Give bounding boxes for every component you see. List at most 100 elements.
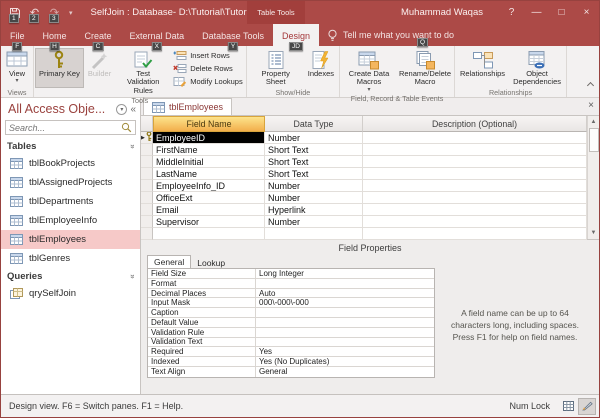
column-header-field-name[interactable]: Field Name [153, 116, 265, 132]
empty-cell[interactable] [153, 228, 265, 240]
property-value[interactable] [256, 328, 434, 337]
field-name-cell[interactable]: OfficeExt [153, 192, 265, 204]
status-message: Design view. F6 = Switch panes. F1 = Hel… [9, 401, 183, 411]
property-value[interactable] [256, 308, 434, 317]
scroll-up-icon[interactable]: ▲ [588, 116, 599, 128]
description-cell[interactable] [363, 204, 587, 216]
row-selector[interactable] [141, 144, 153, 156]
ribbon-tab-home[interactable]: HomeH [34, 24, 76, 46]
data-type-cell[interactable]: Short Text [265, 168, 363, 180]
data-type-cell[interactable]: Number [265, 216, 363, 228]
vertical-scrollbar[interactable]: ▲ ▼ [587, 116, 599, 239]
description-cell[interactable] [363, 216, 587, 228]
ribbon-tab-database-tools[interactable]: Database ToolsY [193, 24, 273, 46]
row-selector[interactable] [141, 216, 153, 228]
column-header-description-optional[interactable]: Description (Optional) [363, 116, 587, 132]
description-cell[interactable] [363, 180, 587, 192]
property-value[interactable]: Yes (No Duplicates) [256, 357, 434, 366]
help-button[interactable]: ? [499, 1, 524, 24]
property-sheet-button[interactable]: Property Sheet [248, 48, 304, 88]
account-name[interactable]: Muhammad Waqas [401, 7, 483, 18]
view-button[interactable]: View▾ [2, 48, 32, 88]
nav-item-qryselfjoin[interactable]: qrySelfJoin [1, 284, 140, 303]
property-value[interactable]: Long Integer [256, 269, 434, 278]
ribbon-tab-create[interactable]: CreateC [76, 24, 121, 46]
row-selector[interactable] [141, 168, 153, 180]
field-name-cell[interactable]: FirstName [153, 144, 265, 156]
row-selector[interactable] [141, 156, 153, 168]
relationships-button[interactable]: Relationships [456, 48, 509, 88]
table-icon [10, 253, 23, 264]
close-document-icon[interactable]: × [588, 100, 594, 111]
minimize-button[interactable]: — [524, 1, 549, 24]
indexes-button[interactable]: Indexes [304, 48, 338, 88]
data-type-cell[interactable]: Short Text [265, 156, 363, 168]
property-value[interactable]: Yes [256, 347, 434, 356]
customize-qat-button[interactable]: ▾ [69, 9, 73, 17]
description-cell[interactable] [363, 168, 587, 180]
property-value[interactable] [256, 279, 434, 288]
property-value[interactable] [256, 318, 434, 327]
data-type-cell[interactable]: Number [265, 180, 363, 192]
redo-button[interactable]: ↷ 3 [47, 5, 62, 20]
row-selector[interactable]: ▶ [141, 132, 153, 144]
ribbon-tab-external-data[interactable]: External DataX [121, 24, 194, 46]
test-validation-rules-button[interactable]: Test Validation Rules [115, 48, 171, 96]
field-name-cell[interactable]: EmployeeID [153, 132, 265, 144]
undo-button[interactable]: ↶ 2 [27, 5, 42, 20]
description-cell[interactable] [363, 144, 587, 156]
collapse-ribbon-button[interactable] [588, 75, 593, 93]
nav-item-label: tblEmployees [29, 234, 86, 245]
primary-key-button[interactable]: Primary Key [35, 48, 84, 88]
field-name-cell[interactable]: Supervisor [153, 216, 265, 228]
data-type-cell[interactable]: Number [265, 132, 363, 144]
create-data-macros-button[interactable]: Create Data Macros▾ [341, 48, 397, 94]
row-selector[interactable] [141, 180, 153, 192]
ribbon-tab-file[interactable]: FileF [1, 24, 34, 46]
design-view-button[interactable] [578, 398, 596, 415]
data-type-cell[interactable]: Hyperlink [265, 204, 363, 216]
nav-group-header-queries[interactable]: Queries« [1, 268, 140, 284]
nav-item-tbldepartments[interactable]: tblDepartments [1, 192, 140, 211]
nav-item-tblbookprojects[interactable]: tblBookProjects [1, 154, 140, 173]
object-dependencies-button[interactable]: Object Dependencies [509, 48, 565, 88]
field-name-cell[interactable]: MiddleInitial [153, 156, 265, 168]
nav-group-header-tables[interactable]: Tables« [1, 138, 140, 154]
property-value[interactable]: 000\-000\-000 [256, 298, 434, 307]
scrollbar-thumb[interactable] [589, 128, 599, 152]
field-name-cell[interactable]: EmployeeInfo_ID [153, 180, 265, 192]
search-input[interactable] [9, 123, 121, 133]
description-cell[interactable] [363, 192, 587, 204]
property-value[interactable] [256, 338, 434, 347]
properties-tab-lookup[interactable]: Lookup [191, 257, 231, 268]
properties-tab-general[interactable]: General [147, 255, 191, 268]
row-selector[interactable] [141, 204, 153, 216]
property-value[interactable]: General [256, 367, 434, 377]
nav-item-tblemployees[interactable]: tblEmployees [1, 230, 140, 249]
nav-item-tblassignedprojects[interactable]: tblAssignedProjects [1, 173, 140, 192]
empty-cell[interactable] [363, 228, 587, 240]
column-header-data-type[interactable]: Data Type [265, 116, 363, 132]
close-button[interactable]: × [574, 1, 599, 24]
property-value[interactable]: Auto [256, 289, 434, 298]
tell-me-box[interactable]: Tell me what you want to do Q [319, 24, 462, 46]
description-cell[interactable] [363, 132, 587, 144]
empty-cell[interactable] [265, 228, 363, 240]
maximize-button[interactable]: □ [549, 1, 574, 24]
field-name-cell[interactable]: LastName [153, 168, 265, 180]
field-name-cell[interactable]: Email [153, 204, 265, 216]
rename-delete-macro-button[interactable]: Rename/Delete Macro [397, 48, 453, 88]
datasheet-view-button[interactable] [559, 398, 577, 415]
modify-lookups-button[interactable]: Modify Lookups [173, 75, 243, 87]
data-type-cell[interactable]: Short Text [265, 144, 363, 156]
nav-item-tblgenres[interactable]: tblGenres [1, 249, 140, 268]
save-button[interactable]: 1 [7, 5, 22, 20]
nav-item-tblemployeeinfo[interactable]: tblEmployeeInfo [1, 211, 140, 230]
row-selector[interactable] [141, 192, 153, 204]
description-cell[interactable] [363, 156, 587, 168]
ribbon-tab-design[interactable]: DesignJD [273, 24, 319, 46]
delete-rows-button[interactable]: Delete Rows [173, 62, 243, 74]
row-selector[interactable] [141, 228, 153, 240]
data-type-cell[interactable]: Number [265, 192, 363, 204]
scroll-down-icon[interactable]: ▼ [588, 227, 599, 239]
